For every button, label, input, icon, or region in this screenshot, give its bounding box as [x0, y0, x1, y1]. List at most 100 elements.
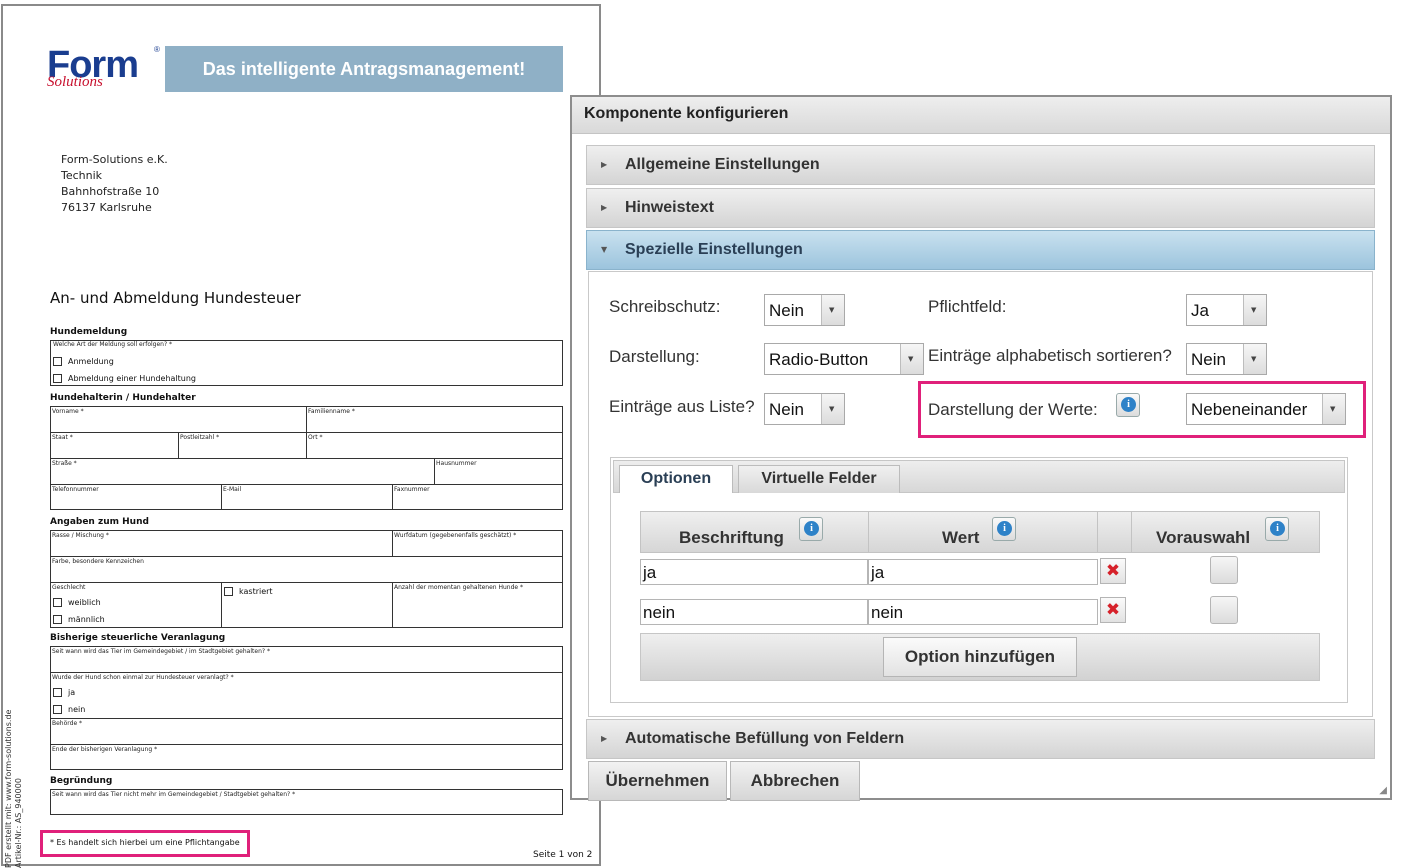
- beschriftung-input[interactable]: ja: [640, 559, 868, 585]
- label-behoerde: Behörde *: [52, 720, 83, 727]
- select-liste[interactable]: Nein ▼: [764, 393, 845, 425]
- header-vorauswahl: Vorauswahl: [1156, 528, 1251, 547]
- label-hausnummer: Hausnummer: [436, 460, 477, 467]
- cancel-button[interactable]: Abbrechen: [730, 761, 860, 801]
- section-angaben: Angaben zum Hund: [50, 517, 149, 527]
- dropdown-button[interactable]: ▼: [1243, 295, 1266, 325]
- checkbox-anmeldung: [53, 357, 62, 366]
- select-value: Radio-Button: [769, 350, 869, 369]
- select-sortieren[interactable]: Nein ▼: [1186, 343, 1267, 375]
- checkbox-abmeldung: [53, 374, 62, 383]
- vorauswahl-checkbox[interactable]: [1210, 596, 1238, 624]
- label-kastriert: kastriert: [239, 587, 273, 596]
- accordion-label: Hinweistext: [625, 199, 714, 216]
- dropdown-button[interactable]: ▼: [821, 295, 844, 325]
- label-veranlagt: Wurde der Hund schon einmal zur Hundeste…: [52, 674, 234, 681]
- chevron-down-icon: ▼: [829, 405, 835, 413]
- label-telefon: Telefonnummer: [52, 486, 99, 493]
- collapsed-triangle-icon: ▶: [601, 160, 608, 169]
- checkbox-maennlich: [53, 615, 62, 624]
- label-plz: Postleitzahl *: [180, 434, 220, 441]
- dropdown-button[interactable]: ▼: [821, 394, 844, 424]
- label-pflichtfeld: Pflichtfeld:: [928, 297, 1007, 316]
- info-icon[interactable]: i: [1265, 517, 1289, 541]
- label-nein: nein: [68, 705, 86, 714]
- pflicht-note: * Es handelt sich hierbei um eine Pflich…: [50, 838, 240, 847]
- label-farbe: Farbe, besondere Kennzeichen: [52, 558, 144, 565]
- label-sortieren: Einträge alphabetisch sortieren?: [928, 346, 1172, 365]
- label-weiblich: weiblich: [68, 598, 101, 607]
- checkbox-weiblich: [53, 598, 62, 607]
- accordion-label: Automatische Befüllung von Feldern: [625, 730, 905, 747]
- hund-grid: [50, 530, 563, 628]
- label-nichtmehr: Seit wann wird das Tier nicht mehr im Ge…: [52, 791, 296, 798]
- vorauswahl-checkbox[interactable]: [1210, 556, 1238, 584]
- select-darstellung[interactable]: Radio-Button ▼: [764, 343, 924, 375]
- dropdown-button[interactable]: ▼: [1322, 394, 1345, 424]
- tab-virtuelle-felder[interactable]: Virtuelle Felder: [738, 465, 900, 493]
- section-begruendung: Begründung: [50, 776, 113, 786]
- options-table-header: Beschriftung i Wert i Vorauswahl i: [640, 511, 1320, 553]
- label-rasse: Rasse / Mischung *: [52, 532, 109, 539]
- info-icon[interactable]: i: [1116, 393, 1140, 417]
- accordion-spezielle-einstellungen[interactable]: ▼ Spezielle Einstellungen: [586, 230, 1375, 270]
- info-icon[interactable]: i: [992, 517, 1016, 541]
- label-darstellung: Darstellung:: [609, 347, 700, 366]
- label-ja: ja: [68, 688, 76, 697]
- chevron-down-icon: ▼: [829, 306, 835, 314]
- checkbox-nein: [53, 705, 62, 714]
- select-value: Nebeneinander: [1191, 400, 1308, 419]
- wert-input[interactable]: ja: [868, 559, 1098, 585]
- accordion-automatische-befuellung[interactable]: ▶ Automatische Befüllung von Feldern: [586, 719, 1375, 759]
- dropdown-button[interactable]: ▼: [900, 344, 923, 374]
- section-halter: Hundehalterin / Hundehalter: [50, 393, 196, 403]
- add-option-button[interactable]: Option hinzufügen: [883, 637, 1077, 677]
- delete-icon[interactable]: ✖: [1100, 597, 1126, 623]
- accordion-label: Spezielle Einstellungen: [625, 241, 803, 258]
- accordion-allgemeine-einstellungen[interactable]: ▶ Allgemeine Einstellungen: [586, 145, 1375, 185]
- banner-slogan: Das intelligente Antragsmanagement!: [165, 46, 563, 92]
- label-staat: Staat *: [52, 434, 73, 441]
- accordion-label: Allgemeine Einstellungen: [625, 156, 820, 173]
- checkbox-ja: [53, 688, 62, 697]
- select-pflichtfeld[interactable]: Ja ▼: [1186, 294, 1267, 326]
- side-imprint-line2: Artikel-Nr.: AS_940000: [14, 778, 23, 868]
- section-hundemeldung: Hundemeldung: [50, 327, 128, 337]
- label-familienname: Familienname *: [308, 408, 355, 415]
- collapsed-triangle-icon: ▶: [601, 203, 608, 212]
- label-strasse: Straße *: [52, 460, 77, 467]
- collapsed-triangle-icon: ▶: [601, 734, 608, 743]
- label-ort: Ort *: [308, 434, 323, 441]
- side-imprint-line1: PDF erstellt mit: www.form-solutions.de: [4, 709, 13, 868]
- dialog-header[interactable]: Komponente konfigurieren: [572, 97, 1390, 134]
- label-art: Welche Art der Meldung soll erfolgen? *: [53, 341, 173, 348]
- pdf-form-page: Form ® Solutions Das intelligente Antrag…: [1, 4, 601, 868]
- select-darstellung-werte[interactable]: Nebeneinander ▼: [1186, 393, 1346, 425]
- select-value: Ja: [1191, 301, 1209, 320]
- header-wert: Wert: [942, 528, 980, 547]
- wert-input[interactable]: nein: [868, 599, 1098, 625]
- label-ende: Ende der bisherigen Veranlagung *: [52, 746, 158, 753]
- tab-optionen[interactable]: Optionen: [619, 465, 733, 493]
- label-anzahl: Anzahl der momentan gehaltenen Hunde *: [394, 584, 523, 591]
- apply-button[interactable]: Übernehmen: [588, 761, 727, 801]
- select-schreibschutz[interactable]: Nein ▼: [764, 294, 845, 326]
- chevron-down-icon: ▼: [908, 355, 914, 363]
- label-fax: Faxnummer: [394, 486, 430, 493]
- expanded-triangle-icon: ▼: [601, 245, 608, 254]
- logo-subtitle: Solutions: [47, 74, 103, 90]
- dropdown-button[interactable]: ▼: [1243, 344, 1266, 374]
- beschriftung-input[interactable]: nein: [640, 599, 868, 625]
- accordion-hinweistext[interactable]: ▶ Hinweistext: [586, 188, 1375, 228]
- address-line-company: Form-Solutions e.K.: [61, 153, 168, 166]
- label-email: E-Mail: [223, 486, 242, 493]
- resize-handle-icon[interactable]: ◢: [1379, 785, 1387, 796]
- configure-component-dialog: Komponente konfigurieren ▶ Allgemeine Ei…: [570, 95, 1392, 801]
- chevron-down-icon: ▼: [1330, 405, 1336, 413]
- add-option-bar: Option hinzufügen: [640, 633, 1320, 681]
- header-beschriftung: Beschriftung: [679, 528, 784, 547]
- info-icon[interactable]: i: [799, 517, 823, 541]
- label-liste: Einträge aus Liste?: [609, 397, 755, 416]
- label-anmeldung: Anmeldung: [68, 357, 114, 366]
- delete-icon[interactable]: ✖: [1100, 558, 1126, 584]
